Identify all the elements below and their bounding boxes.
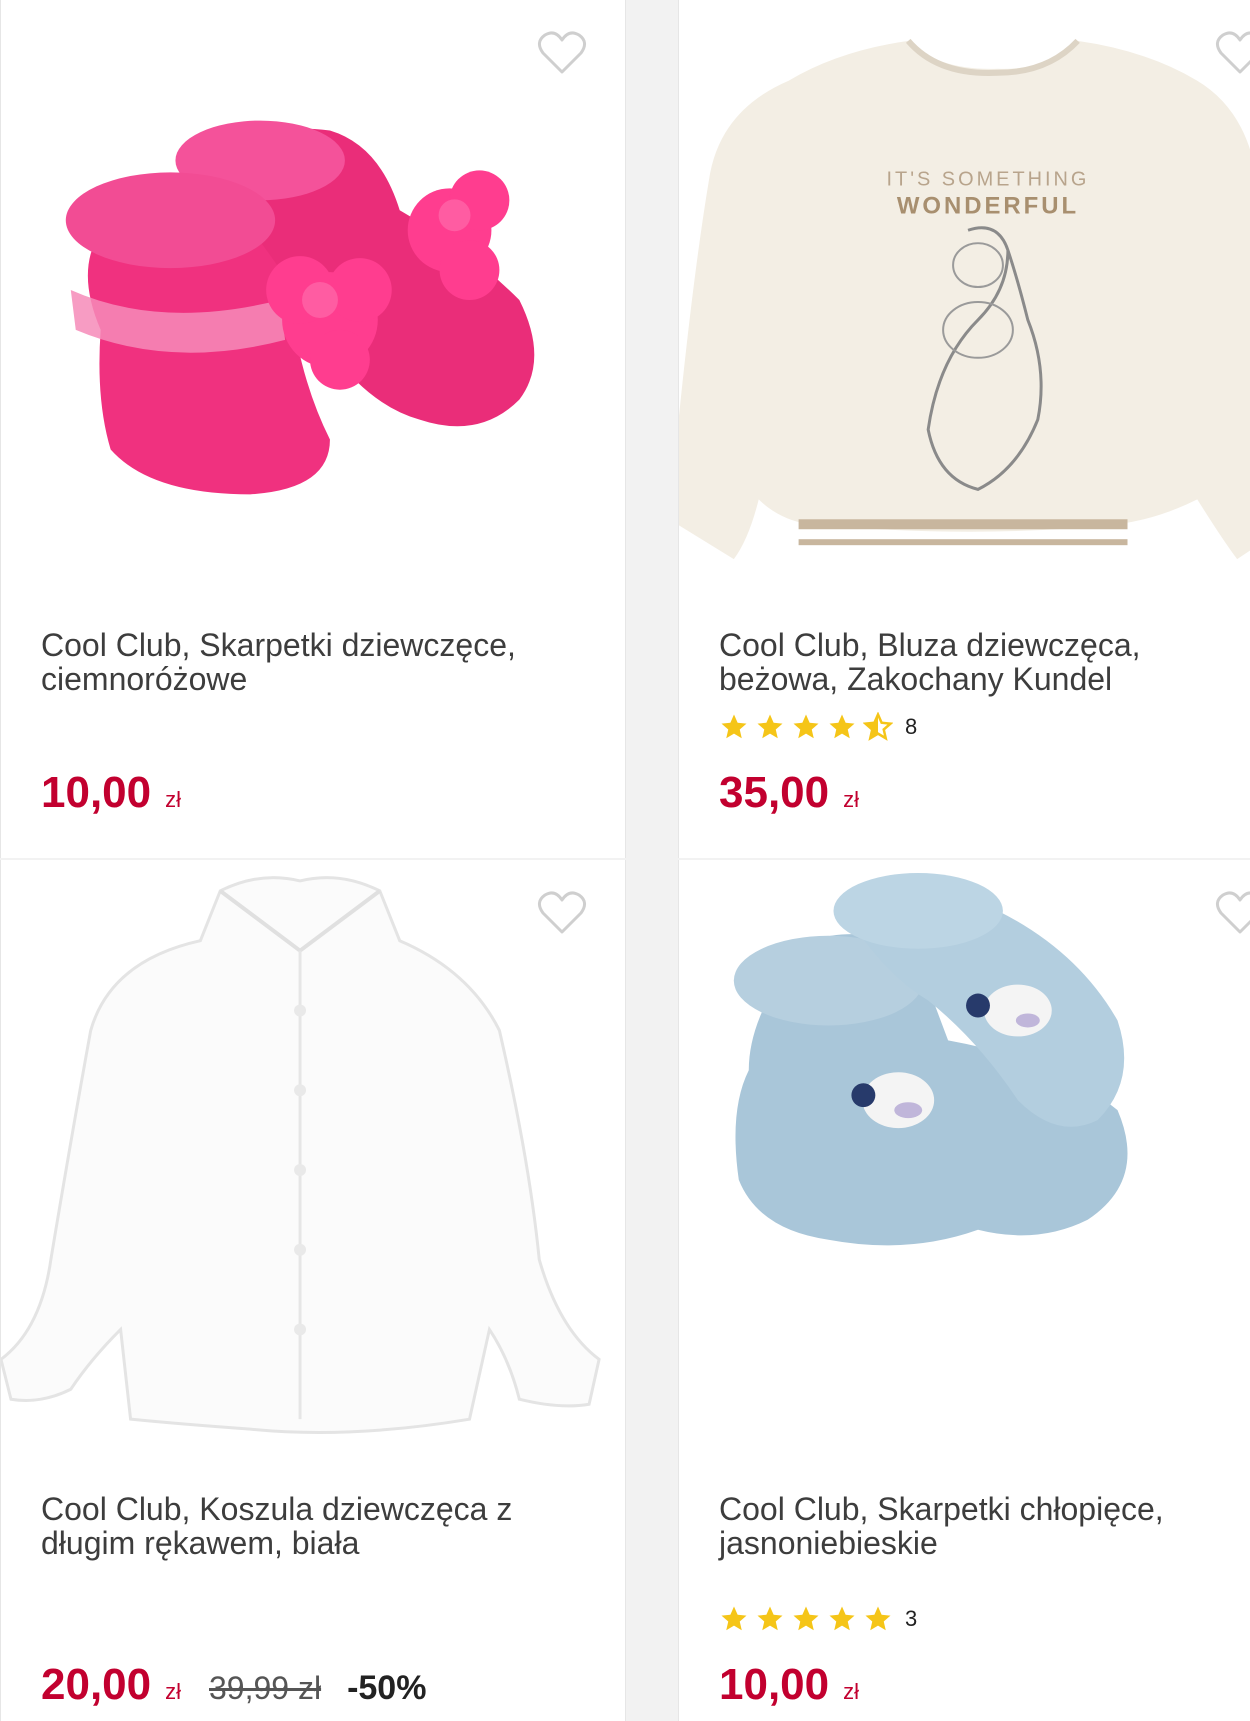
price: 20,00 [41,1660,152,1709]
star-full-icon [793,1606,819,1631]
heart-outline-icon[interactable] [537,890,587,936]
currency: zł [165,1679,181,1704]
currency: zł [843,787,859,812]
star-half-icon [863,712,893,741]
product-card[interactable]: Cool Club, Skarpetki dziewczęce, ciemnor… [0,0,626,858]
currency: zł [165,787,181,812]
heart-outline-icon[interactable] [1215,30,1250,76]
price-row: 10,00 zł [719,1660,859,1710]
heart-outline-icon[interactable] [537,30,587,76]
product-title[interactable]: Cool Club, Koszula dziewczęca z długim r… [41,1492,581,1560]
rating: 3 [719,1604,917,1634]
image-text-line2: WONDERFUL [897,192,1079,219]
product-image[interactable] [1,0,625,600]
product-grid: Cool Club, Skarpetki dziewczęce, ciemnor… [0,0,1250,1721]
product-image[interactable]: IT'S SOMETHING WONDERFUL [679,0,1250,600]
star-full-icon [829,1606,855,1631]
rating-count: 3 [905,1606,918,1631]
old-price: 39,99 zł [209,1670,322,1706]
star-full-icon [757,714,783,739]
rating: 8 [719,712,917,742]
price: 10,00 [719,1660,830,1709]
product-title[interactable]: Cool Club, Skarpetki dziewczęce, ciemnor… [41,628,581,696]
price: 35,00 [719,768,830,817]
price-row: 35,00 zł [719,768,859,818]
price-row: 10,00 zł [41,768,181,818]
product-card[interactable]: Cool Club, Skarpetki chłopięce, jasnonie… [678,860,1250,1721]
product-card[interactable]: Cool Club, Koszula dziewczęca z długim r… [0,860,626,1721]
star-full-icon [793,714,819,739]
currency: zł [843,1679,859,1704]
price: 10,00 [41,768,152,817]
product-image[interactable] [1,860,625,1460]
price-row: 20,00 zł 39,99 zł -50% [41,1660,426,1710]
star-full-icon [865,1606,891,1631]
star-full-icon [757,1606,783,1631]
rating-count: 8 [905,714,918,739]
product-title[interactable]: Cool Club, Bluza dziewczęca, beżowa, Zak… [719,628,1250,696]
product-card[interactable]: IT'S SOMETHING WONDERFUL Cool Club, Bluz… [678,0,1250,858]
product-title[interactable]: Cool Club, Skarpetki chłopięce, jasnonie… [719,1492,1250,1560]
star-full-icon [829,714,855,739]
image-text-line1: IT'S SOMETHING [887,168,1090,190]
heart-outline-icon[interactable] [1215,890,1250,936]
star-full-icon [721,1606,747,1631]
discount-badge: -50% [347,1669,427,1707]
product-image[interactable] [679,860,1250,1460]
star-full-icon [721,714,747,739]
